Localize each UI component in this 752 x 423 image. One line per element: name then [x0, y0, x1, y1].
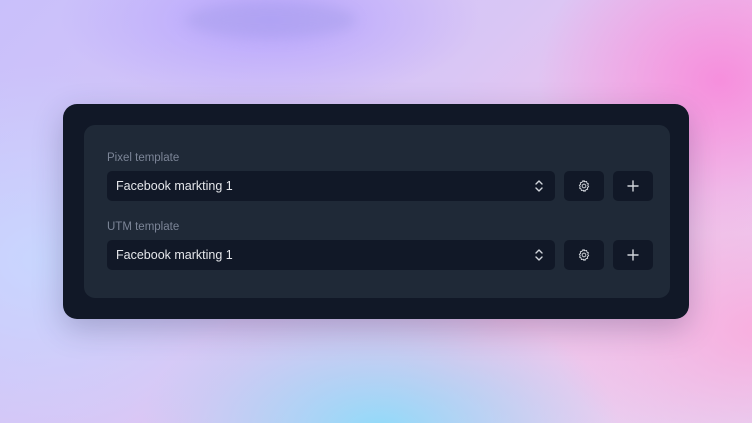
utm-template-field: UTM template Facebook markting 1 [107, 220, 653, 270]
template-settings-card: Pixel template Facebook markting 1 UTM t… [63, 104, 689, 319]
plus-icon [627, 249, 639, 261]
utm-template-select[interactable]: Facebook markting 1 [107, 240, 555, 270]
utm-template-value: Facebook markting 1 [116, 248, 233, 262]
pixel-template-field: Pixel template Facebook markting 1 [107, 151, 653, 201]
pixel-template-row: Facebook markting 1 [107, 171, 653, 201]
utm-template-row: Facebook markting 1 [107, 240, 653, 270]
plus-icon [627, 180, 639, 192]
utm-template-settings-button[interactable] [564, 240, 604, 270]
gear-icon [578, 248, 590, 262]
template-settings-panel: Pixel template Facebook markting 1 UTM t… [84, 125, 670, 298]
utm-template-add-button[interactable] [613, 240, 653, 270]
pixel-template-select[interactable]: Facebook markting 1 [107, 171, 555, 201]
chevron-up-down-icon [535, 249, 543, 261]
gear-icon [578, 179, 590, 193]
chevron-up-down-icon [535, 180, 543, 192]
pixel-template-label: Pixel template [107, 152, 180, 164]
background-blur-shape [186, 2, 356, 38]
pixel-template-value: Facebook markting 1 [116, 179, 233, 193]
pixel-template-add-button[interactable] [613, 171, 653, 201]
pixel-template-settings-button[interactable] [564, 171, 604, 201]
utm-template-label: UTM template [107, 221, 180, 233]
